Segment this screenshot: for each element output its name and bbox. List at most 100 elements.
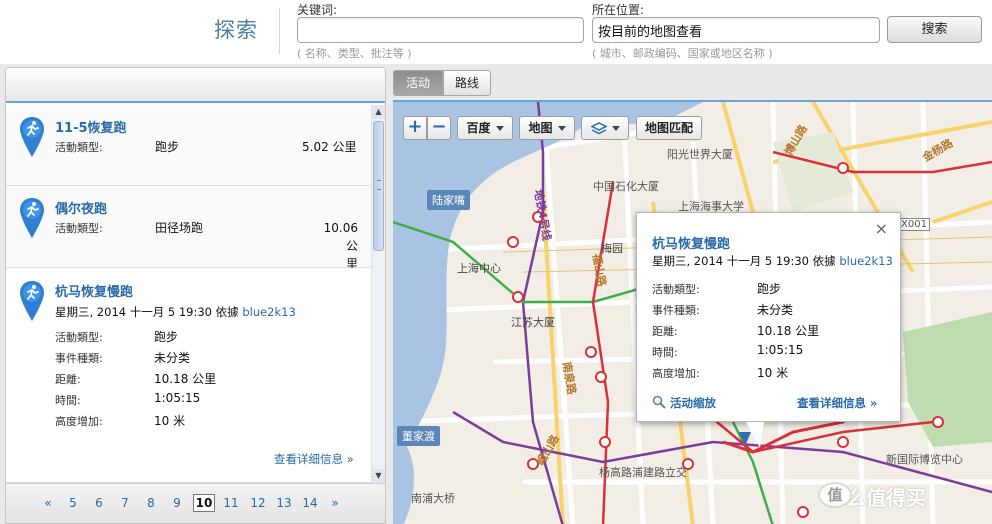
activity-item[interactable]: 11-5恢复跑 活動類型: 跑步 5.02 公里 bbox=[6, 105, 371, 186]
page-current: 10 bbox=[193, 494, 215, 512]
map-label: 江苏大厦 bbox=[511, 316, 555, 329]
activity-list: 11-5恢复跑 活動類型: 跑步 5.02 公里 偶尔夜跑 活動類型: 田径场跑… bbox=[6, 105, 371, 483]
magnifier-icon bbox=[652, 395, 666, 409]
activity-title[interactable]: 偶尔夜跑 bbox=[55, 198, 107, 217]
map-label: 杨高路浦建路立交 bbox=[599, 466, 687, 479]
page-link[interactable]: 6 bbox=[90, 496, 108, 510]
activity-item[interactable]: 偶尔夜跑 活動類型: 田径场跑 10.06 公 里 bbox=[6, 186, 371, 271]
activity-date: 星期三, 2014 十一月 5 19:30 依據 blue2k13 bbox=[55, 304, 296, 320]
map-label: 中国石化大厦 bbox=[593, 180, 659, 193]
tab-activity[interactable]: 活动 bbox=[393, 70, 443, 96]
activity-item-expanded[interactable]: 杭马恢复慢跑 星期三, 2014 十一月 5 19:30 依據 blue2k13… bbox=[6, 268, 371, 483]
layers-icon bbox=[589, 121, 608, 134]
page-link[interactable]: 14 bbox=[301, 496, 319, 510]
field-value: 跑步 bbox=[154, 330, 179, 344]
header-divider bbox=[279, 8, 280, 54]
field-value: 未分类 bbox=[154, 351, 191, 365]
scroll-up-arrow-icon[interactable]: ▲ bbox=[372, 105, 385, 119]
list-scrollbar[interactable]: ▲ ▼ bbox=[371, 105, 385, 483]
zoom-in-button[interactable]: + bbox=[403, 116, 427, 140]
field-value: 10.18 公里 bbox=[154, 372, 217, 386]
page-title: 探索 bbox=[214, 18, 258, 42]
map-type-dropdown[interactable]: 地图 bbox=[519, 116, 575, 140]
page-link[interactable]: 12 bbox=[249, 496, 267, 510]
scroll-thumb[interactable] bbox=[373, 121, 384, 251]
activity-type-label: 活動類型: bbox=[55, 222, 103, 235]
map-layers-dropdown[interactable] bbox=[581, 116, 629, 140]
map-label: X001 bbox=[898, 218, 930, 231]
runner-pin-icon bbox=[20, 281, 44, 321]
activity-location-marker-icon[interactable] bbox=[739, 432, 751, 446]
watermark-badge-icon: 值 bbox=[818, 482, 852, 508]
popup-field-value: 10 米 bbox=[757, 366, 789, 380]
activity-user-link[interactable]: blue2k13 bbox=[242, 305, 295, 319]
close-icon[interactable]: × bbox=[875, 219, 888, 238]
popup-date: 星期三, 2014 十一月 5 19:30 依據 blue2k13 bbox=[652, 253, 893, 269]
page-prev[interactable]: « bbox=[39, 496, 57, 510]
activity-list-panel: 11-5恢复跑 活動類型: 跑步 5.02 公里 偶尔夜跑 活動類型: 田径场跑… bbox=[5, 67, 386, 524]
activity-title[interactable]: 11-5恢复跑 bbox=[55, 117, 127, 136]
field-value: 10 米 bbox=[154, 414, 186, 428]
popup-view-details-link[interactable]: 查看详细信息 » bbox=[797, 395, 877, 411]
popup-field-label: 活動類型: bbox=[652, 283, 700, 296]
map-provider-dropdown[interactable]: 百度 bbox=[457, 116, 513, 140]
scroll-down-arrow-icon[interactable]: ▼ bbox=[372, 469, 385, 483]
keyword-label: 关键词: bbox=[297, 3, 338, 17]
keyword-hint: ( 名称、类型、批注等 ) bbox=[297, 47, 412, 60]
field-label: 活動類型: bbox=[55, 331, 103, 344]
map-match-button[interactable]: 地图匹配 bbox=[636, 116, 702, 140]
activity-title[interactable]: 杭马恢复慢跑 bbox=[55, 281, 133, 300]
field-label: 時間: bbox=[55, 394, 81, 407]
page-link[interactable]: 13 bbox=[275, 496, 293, 510]
activity-distance: 10.06 公 里 bbox=[323, 221, 358, 271]
top-search-bar: 探索 关键词: ( 名称、类型、批注等 ) 所在位置: ( 城市、邮政编码、国家… bbox=[0, 0, 992, 64]
activity-zoom-label: 活动缩放 bbox=[670, 396, 717, 410]
map-label: 上海中心 bbox=[457, 262, 501, 275]
popup-user-link[interactable]: blue2k13 bbox=[839, 254, 892, 268]
activity-type-label: 活動類型: bbox=[55, 141, 103, 154]
popup-date-text: 星期三, 2014 十一月 5 19:30 依據 bbox=[652, 254, 836, 268]
page-next[interactable]: » bbox=[326, 496, 344, 510]
map-label: 陆家嘴 bbox=[427, 190, 470, 210]
activity-zoom-link[interactable]: 活动缩放 bbox=[652, 395, 716, 411]
field-value: 1:05:15 bbox=[154, 391, 201, 405]
activity-type-value: 田径场跑 bbox=[155, 221, 204, 235]
page-link[interactable]: 11 bbox=[222, 496, 240, 510]
keyword-input[interactable] bbox=[297, 17, 584, 43]
popup-field-value: 1:05:15 bbox=[757, 343, 804, 357]
map-provider-label: 百度 bbox=[466, 121, 491, 135]
location-label: 所在位置: bbox=[592, 3, 645, 17]
page-link[interactable]: 7 bbox=[116, 496, 134, 510]
runner-pin-icon bbox=[20, 117, 44, 157]
map-label: 新国际博览中心 bbox=[886, 453, 963, 466]
chevron-down-icon bbox=[611, 126, 620, 131]
popup-field-label: 時間: bbox=[652, 346, 678, 359]
field-label: 高度增加: bbox=[55, 415, 103, 428]
page-link[interactable]: 8 bbox=[142, 496, 160, 510]
map-type-label: 地图 bbox=[528, 121, 553, 135]
page-link[interactable]: 9 bbox=[168, 496, 186, 510]
popup-field-value: 跑步 bbox=[757, 282, 782, 296]
zoom-out-button[interactable]: − bbox=[427, 116, 451, 140]
map-label: 阳光世界大厦 bbox=[667, 148, 733, 161]
activity-distance: 5.02 公里 bbox=[302, 140, 357, 154]
field-label: 事件種類: bbox=[55, 352, 103, 365]
map-label: 南浦大桥 bbox=[411, 492, 455, 505]
popup-field-label: 距離: bbox=[652, 325, 678, 338]
view-details-link[interactable]: 查看详细信息 » bbox=[274, 451, 354, 467]
popup-field-value: 10.18 公里 bbox=[757, 324, 820, 338]
page-link[interactable]: 5 bbox=[64, 496, 82, 510]
list-header bbox=[6, 68, 385, 103]
location-input[interactable] bbox=[592, 17, 880, 43]
popup-field-value: 未分类 bbox=[757, 303, 794, 317]
pagination: « 5 6 7 8 9 10 11 12 13 14 » bbox=[6, 483, 385, 523]
map-label: 董家渡 bbox=[397, 426, 440, 446]
map-view[interactable]: + − 百度 地图 地图匹配 陆家嘴 董家渡 阳光世界大厦 中国石化大厦 上海海… bbox=[393, 100, 992, 524]
tab-route[interactable]: 路线 bbox=[443, 70, 491, 96]
location-hint: ( 城市、邮政编码、国家或地区名称 ) bbox=[592, 47, 773, 60]
search-button[interactable]: 搜索 bbox=[887, 16, 982, 43]
popup-title[interactable]: 杭马恢复慢跑 bbox=[652, 233, 730, 252]
field-label: 距離: bbox=[55, 373, 81, 386]
popup-field-label: 事件種類: bbox=[652, 304, 700, 317]
activity-type-value: 跑步 bbox=[155, 140, 180, 154]
